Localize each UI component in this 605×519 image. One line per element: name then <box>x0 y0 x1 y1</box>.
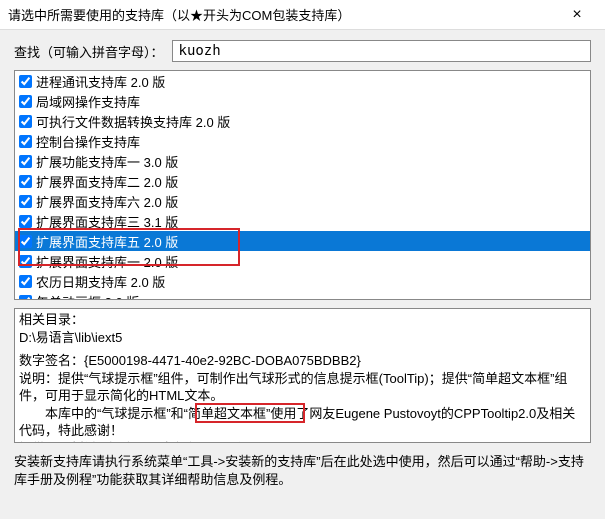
list-item[interactable]: 进程通讯支持库 2.0 版 <box>15 71 590 91</box>
list-item-label: 扩展界面支持库一 2.0 版 <box>36 252 178 271</box>
list-item[interactable]: 农历日期支持库 2.0 版 <box>15 271 590 291</box>
list-item-checkbox[interactable] <box>19 75 32 88</box>
desc-explain-1: 说明：提供“气球提示框”组件，可制作出气球形式的信息提示框(ToolTip)；提… <box>19 370 586 405</box>
desc-related-dir-label: 相关目录： <box>19 312 84 327</box>
desc-signature-value: {E5000198-4471-40e2-92BC-DOBA075BDBB2} <box>84 353 361 368</box>
list-item-checkbox[interactable] <box>19 115 32 128</box>
list-item[interactable]: 扩展界面支持库五 2.0 版 <box>15 231 590 251</box>
desc-related-dir-value: D:\易语言\lib\iext5 <box>19 330 122 345</box>
list-item-label: 午单动画框 2.0 版 <box>36 292 139 300</box>
list-item-label: 扩展界面支持库五 2.0 版 <box>36 232 178 251</box>
list-item[interactable]: 扩展界面支持库六 2.0 版 <box>15 191 590 211</box>
list-item-checkbox[interactable] <box>19 195 32 208</box>
list-item-label: 可执行文件数据转换支持库 2.0 版 <box>36 112 230 131</box>
list-item[interactable]: 扩展界面支持库二 2.0 版 <box>15 171 590 191</box>
library-list-container: 进程通讯支持库 2.0 版局域网操作支持库可执行文件数据转换支持库 2.0 版控… <box>14 70 591 300</box>
footer-instructions: 安装新支持库请执行系统菜单“工具->安装新的支持库”后在此处选中使用，然后可以通… <box>14 453 591 489</box>
list-item[interactable]: 午单动画框 2.0 版 <box>15 291 590 299</box>
list-item-checkbox[interactable] <box>19 175 32 188</box>
titlebar-text: 请选中所需要使用的支持库（以★开头为COM包装支持库） <box>8 5 557 24</box>
search-input[interactable] <box>172 40 591 62</box>
list-item-checkbox[interactable] <box>19 135 32 148</box>
search-label: 查找（可输入拼音字母）： <box>14 42 164 61</box>
list-item-label: 农历日期支持库 2.0 版 <box>36 272 165 291</box>
list-item-label: 扩展功能支持库一 3.0 版 <box>36 152 178 171</box>
list-item-label: 扩展界面支持库六 2.0 版 <box>36 192 178 211</box>
desc-related-dir: 相关目录： D:\易语言\lib\iext5 <box>19 311 586 346</box>
list-item-checkbox[interactable] <box>19 255 32 268</box>
list-item-label: 扩展界面支持库三 3.1 版 <box>36 212 178 231</box>
list-item-checkbox[interactable] <box>19 275 32 288</box>
list-item-checkbox[interactable] <box>19 235 32 248</box>
list-item-label: 进程通讯支持库 2.0 版 <box>36 72 165 91</box>
description-panel[interactable]: 相关目录： D:\易语言\lib\iext5 数字签名：{E5000198-44… <box>14 308 591 443</box>
list-item-label: 局域网操作支持库 <box>36 92 140 111</box>
list-item[interactable]: 控制台操作支持库 <box>15 131 590 151</box>
desc-explain-2a: 本库中的“气球提示框”和 <box>19 406 184 421</box>
list-item-checkbox[interactable] <box>19 215 32 228</box>
close-icon: × <box>572 6 581 24</box>
list-item[interactable]: 扩展功能支持库一 3.0 版 <box>15 151 590 171</box>
desc-stats: 提供了2种数据类型，60种命令，0个常量。 <box>19 440 586 443</box>
list-item[interactable]: 可执行文件数据转换支持库 2.0 版 <box>15 111 590 131</box>
desc-signature: 数字签名：{E5000198-4471-40e2-92BC-DOBA075BDB… <box>19 352 586 370</box>
list-item[interactable]: 扩展界面支持库一 2.0 版 <box>15 251 590 271</box>
list-item-checkbox[interactable] <box>19 155 32 168</box>
list-item[interactable]: 局域网操作支持库 <box>15 91 590 111</box>
close-button[interactable]: × <box>557 1 597 29</box>
list-item[interactable]: 扩展界面支持库三 3.1 版 <box>15 211 590 231</box>
list-item-checkbox[interactable] <box>19 95 32 108</box>
list-item-label: 扩展界面支持库二 2.0 版 <box>36 172 178 191</box>
desc-signature-label: 数字签名： <box>19 353 84 368</box>
library-list[interactable]: 进程通讯支持库 2.0 版局域网操作支持库可执行文件数据转换支持库 2.0 版控… <box>15 71 590 299</box>
desc-highlight-text: “简单超文本框” <box>184 406 271 421</box>
desc-explain-2: 本库中的“气球提示框”和“简单超文本框”使用了网友Eugene Pustovoy… <box>19 405 586 440</box>
list-item-label: 控制台操作支持库 <box>36 132 140 151</box>
titlebar: 请选中所需要使用的支持库（以★开头为COM包装支持库） × <box>0 0 605 30</box>
search-row: 查找（可输入拼音字母）： <box>0 30 605 70</box>
list-item-checkbox[interactable] <box>19 295 32 300</box>
